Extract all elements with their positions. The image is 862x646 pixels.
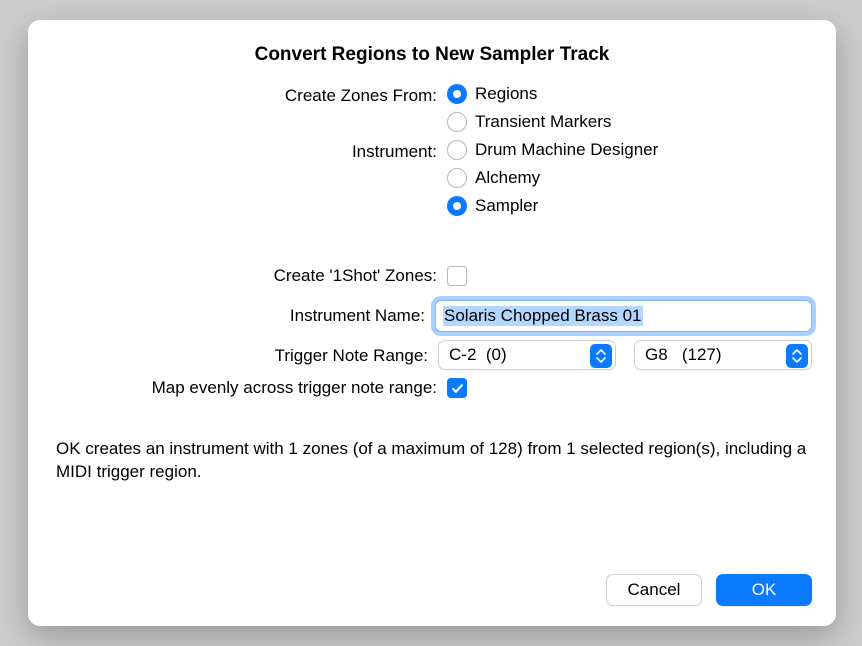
radio-icon (447, 84, 467, 104)
label-instrument-name: Instrument Name: (52, 300, 435, 326)
radio-icon (447, 112, 467, 132)
cancel-button[interactable]: Cancel (606, 574, 702, 606)
checkbox-map-evenly[interactable] (447, 378, 467, 398)
trigger-high-value: G8 (127) (645, 345, 722, 365)
label-map-evenly: Map evenly across trigger note range: (52, 378, 447, 398)
stepper-icon (786, 344, 808, 368)
instrument-name-input[interactable] (435, 300, 812, 332)
checkmark-icon (451, 382, 464, 395)
row-trigger-range: Trigger Note Range: C-2 (0) G8 (127) (52, 340, 812, 370)
radio-icon (447, 168, 467, 188)
radio-zones-regions[interactable]: Regions (447, 84, 812, 104)
label-instrument: Instrument: (52, 140, 447, 162)
radio-instrument-sampler[interactable]: Sampler (447, 196, 812, 216)
info-text: OK creates an instrument with 1 zones (o… (52, 438, 812, 484)
label-oneshot: Create '1Shot' Zones: (52, 264, 447, 286)
radio-label: Transient Markers (475, 112, 611, 132)
radio-label: Sampler (475, 196, 538, 216)
radio-label: Drum Machine Designer (475, 140, 658, 160)
row-map-evenly: Map evenly across trigger note range: (52, 378, 812, 398)
radio-label: Regions (475, 84, 537, 104)
convert-regions-dialog: Convert Regions to New Sampler Track Cre… (28, 20, 836, 626)
radio-instrument-alchemy[interactable]: Alchemy (447, 168, 812, 188)
trigger-low-value: C-2 (0) (449, 345, 507, 365)
row-instrument-name: Instrument Name: Solaris Chopped Brass 0… (52, 300, 812, 332)
radio-instrument-dmd[interactable]: Drum Machine Designer (447, 140, 812, 160)
row-instrument: Instrument: Drum Machine Designer Alchem… (52, 140, 812, 216)
label-create-zones-from: Create Zones From: (52, 84, 447, 106)
row-oneshot-zones: Create '1Shot' Zones: (52, 264, 812, 286)
stepper-icon (590, 344, 612, 368)
button-row: Cancel OK (52, 574, 812, 606)
radio-zones-transient-markers[interactable]: Transient Markers (447, 112, 812, 132)
trigger-high-select[interactable]: G8 (127) (634, 340, 812, 370)
checkbox-oneshot[interactable] (447, 266, 467, 286)
label-trigger-range: Trigger Note Range: (52, 340, 438, 366)
dialog-title: Convert Regions to New Sampler Track (52, 44, 812, 66)
radio-label: Alchemy (475, 168, 540, 188)
ok-button[interactable]: OK (716, 574, 812, 606)
radio-icon (447, 140, 467, 160)
row-create-zones-from: Create Zones From: Regions Transient Mar… (52, 84, 812, 132)
trigger-low-select[interactable]: C-2 (0) (438, 340, 616, 370)
radio-icon (447, 196, 467, 216)
